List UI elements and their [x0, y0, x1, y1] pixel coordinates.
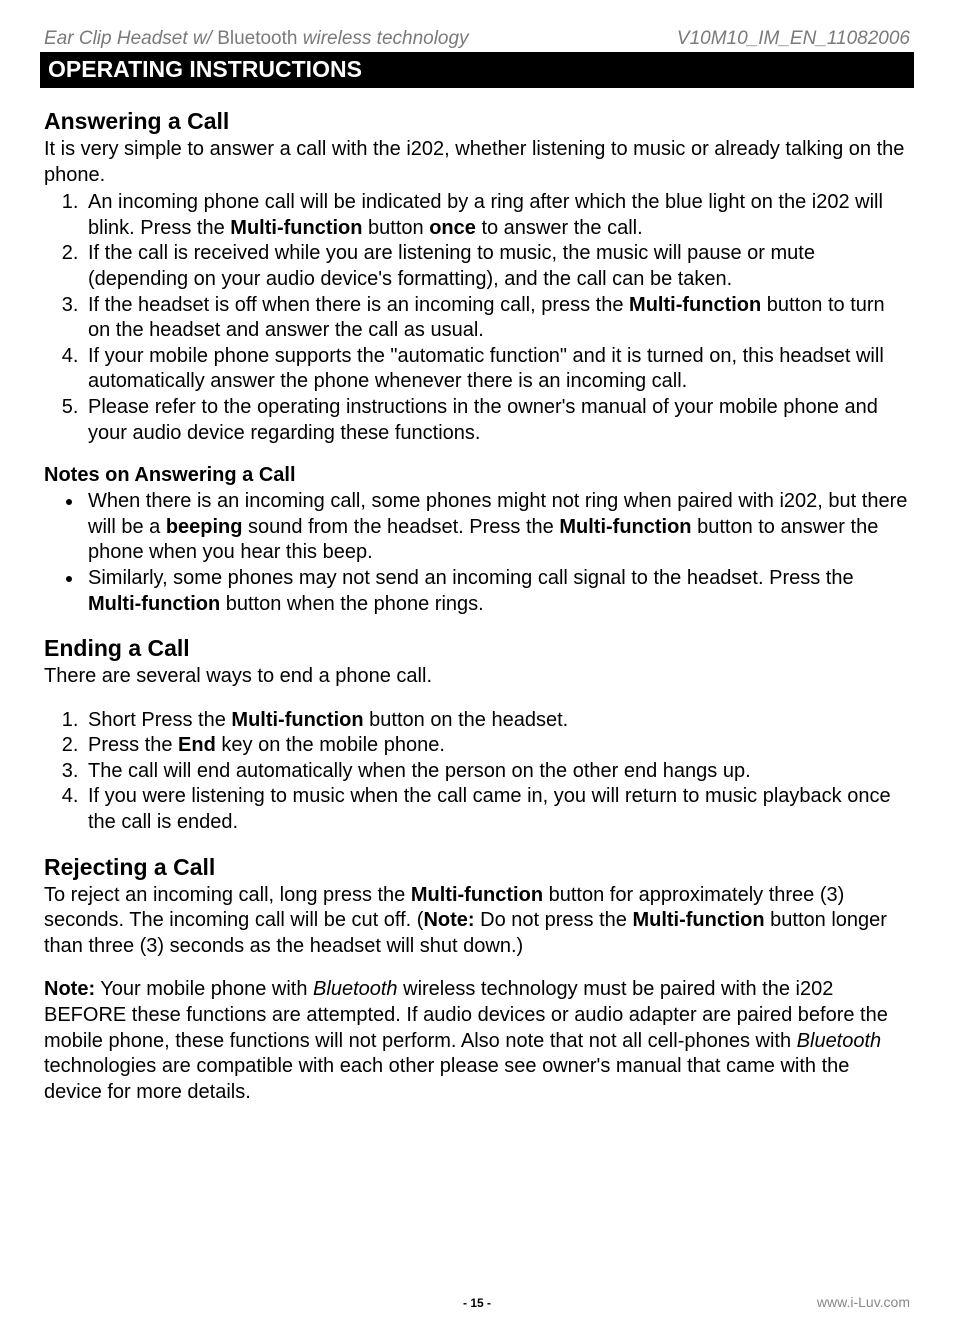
list-item: If your mobile phone supports the "autom…: [84, 344, 910, 395]
list-item: When there is an incoming call, some pho…: [84, 489, 910, 566]
list-item: Please refer to the operating instructio…: [84, 395, 910, 446]
header-left: Ear Clip Headset w/ Bluetooth wireless t…: [44, 28, 469, 50]
list-item: An incoming phone call will be indicated…: [84, 190, 910, 241]
list-item: Similarly, some phones may not send an i…: [84, 566, 910, 617]
answering-list: An incoming phone call will be indicated…: [44, 190, 910, 446]
list-item: If the call is received while you are li…: [84, 241, 910, 292]
page-number: - 15 -: [44, 1296, 910, 1310]
header-left-suffix: wireless technology: [297, 28, 468, 49]
heading-answering: Answering a Call: [44, 108, 910, 135]
heading-rejecting: Rejecting a Call: [44, 854, 910, 881]
rejecting-p2: Note: Your mobile phone with Bluetooth w…: [44, 977, 910, 1105]
page-footer: - 15 - www.i-Luv.com: [44, 1294, 910, 1310]
list-item: If you were listening to music when the …: [84, 784, 910, 835]
ending-lead: There are several ways to end a phone ca…: [44, 664, 910, 690]
header-left-prefix: Ear Clip Headset w/: [44, 28, 217, 49]
running-header: Ear Clip Headset w/ Bluetooth wireless t…: [44, 28, 910, 50]
notes-heading: Notes on Answering a Call: [44, 464, 910, 487]
notes-list: When there is an incoming call, some pho…: [44, 489, 910, 617]
list-item: Press the End key on the mobile phone.: [84, 733, 910, 759]
rejecting-p1: To reject an incoming call, long press t…: [44, 883, 910, 960]
header-left-mid: Bluetooth: [217, 28, 297, 49]
ending-list: Short Press the Multi-function button on…: [44, 708, 910, 836]
header-right: V10M10_IM_EN_11082006: [677, 28, 910, 50]
list-item: If the headset is off when there is an i…: [84, 293, 910, 344]
list-item: Short Press the Multi-function button on…: [84, 708, 910, 734]
heading-ending: Ending a Call: [44, 635, 910, 662]
list-item: The call will end automatically when the…: [84, 759, 910, 785]
answering-lead: It is very simple to answer a call with …: [44, 137, 910, 188]
section-bar: OPERATING INSTRUCTIONS: [40, 52, 914, 88]
